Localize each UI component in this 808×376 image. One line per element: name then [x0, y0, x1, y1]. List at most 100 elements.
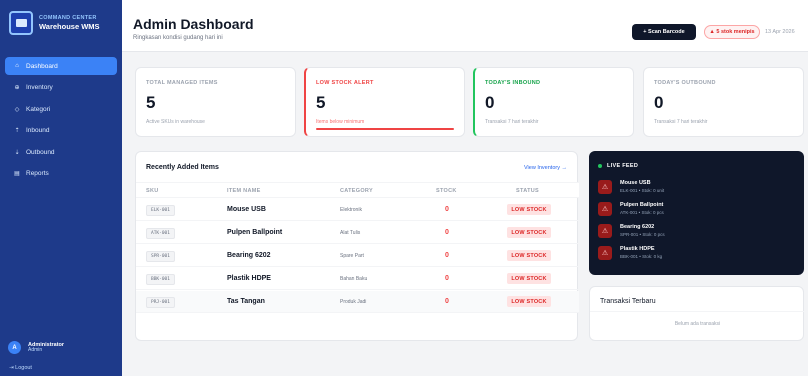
sidebar: COMMAND CENTER Warehouse WMS ⌂ Dashboard… [0, 0, 122, 376]
transactions-title: Transaksi Terbaru [600, 298, 656, 305]
feed-item-title: Mouse USB [620, 180, 651, 186]
table-row[interactable]: SPR-001 Bearing 6202 Spare Part 0 LOW ST… [136, 245, 579, 267]
report-icon: ▤ [14, 171, 20, 177]
stat-description: Transaksi 7 hari terakhir [654, 119, 708, 125]
item-stock: 0 [445, 205, 449, 213]
scan-barcode-button[interactable]: + Scan Barcode [632, 24, 696, 40]
download-icon: ⇣ [14, 149, 20, 156]
user-profile[interactable]: A Administrator Admin [8, 341, 64, 354]
brand-title: Warehouse WMS [39, 21, 100, 31]
stat-label: TODAY'S INBOUND [485, 80, 541, 86]
item-category: Elektronik [340, 207, 362, 213]
table-row[interactable]: ATK-001 Pulpen Ballpoint Alat Tulis 0 LO… [136, 222, 579, 244]
table-row[interactable]: ELK-001 Mouse USB Elektronik 0 LOW STOCK [136, 199, 579, 221]
sidebar-item-dashboard[interactable]: ⌂ Dashboard [5, 57, 117, 75]
stat-label: LOW STOCK ALERT [316, 80, 374, 86]
warning-icon: ⚠ [598, 224, 612, 238]
feed-item-detail: SPR-001 • Stok: 0 pcs [620, 232, 665, 237]
sku-code: PRJ-001 [146, 297, 175, 308]
tag-icon: ◇ [14, 106, 20, 113]
low-stock-alert-badge[interactable]: ▲ 5 stok menipis [704, 25, 760, 39]
sidebar-item-label: Outbound [26, 148, 55, 156]
sidebar-item-label: Kategori [26, 105, 51, 113]
box-icon: ⊕ [14, 85, 20, 91]
live-feed-panel: LIVE FEED ⚠ Mouse USB ELK-001 • Stok: 0 … [589, 151, 804, 275]
item-category: Alat Tulis [340, 230, 361, 236]
feed-item-title: Bearing 6202 [620, 224, 655, 230]
item-category: Spare Part [340, 253, 364, 259]
stat-description: Items below minimum [316, 119, 365, 125]
page-title: Admin Dashboard [133, 16, 254, 32]
low-stock-bar [316, 128, 454, 130]
view-inventory-link[interactable]: View Inventory → [524, 165, 567, 171]
sku-code: ELK-001 [146, 205, 175, 216]
item-stock: 0 [445, 228, 449, 236]
status-badge: LOW STOCK [507, 250, 551, 261]
item-name: Pulpen Ballpoint [227, 229, 283, 236]
sku-code: BBK-001 [146, 274, 175, 285]
status-badge: LOW STOCK [507, 296, 551, 307]
stat-value: 0 [654, 93, 664, 112]
stat-card-low-stock: LOW STOCK ALERT 5 Items below minimum [304, 67, 465, 137]
feed-item[interactable]: ⚠ Pulpen Ballpoint ATK-001 • Stok: 0 pcs [598, 201, 798, 219]
stat-card-total-items: TOTAL MANAGED ITEMS 5 Active SKUs in war… [135, 67, 296, 137]
sidebar-item-inventory[interactable]: ⊕ Inventory [5, 79, 117, 97]
sidebar-item-kategori[interactable]: ◇ Kategori [5, 100, 117, 118]
column-header-item-name[interactable]: ITEM NAME [227, 188, 261, 194]
item-name: Mouse USB [227, 206, 266, 213]
sku-code: SPR-001 [146, 251, 175, 262]
item-stock: 0 [445, 251, 449, 259]
sku-code: ATK-001 [146, 228, 175, 239]
item-name: Plastik HDPE [227, 275, 271, 282]
status-badge: LOW STOCK [507, 204, 551, 215]
feed-item[interactable]: ⚠ Plastik HDPE BBK-001 • Stok: 0 kg [598, 245, 798, 263]
upload-icon: ⇡ [14, 128, 20, 134]
stat-label: TOTAL MANAGED ITEMS [146, 80, 218, 86]
item-category: Produk Jadi [340, 299, 367, 305]
sidebar-item-outbound[interactable]: ⇣ Outbound [5, 143, 117, 161]
warning-icon: ⚠ [598, 180, 612, 194]
current-date: 13 Apr 2026 [765, 29, 795, 35]
stat-description: Transaksi 7 hari terakhir [485, 119, 539, 125]
feed-item-detail: ATK-001 • Stok: 0 pcs [620, 210, 664, 215]
warning-icon: ⚠ [598, 202, 612, 216]
item-category: Bahan Baku [340, 276, 368, 282]
stat-value: 5 [146, 93, 156, 112]
warning-icon: ⚠ [598, 246, 612, 260]
feed-item-detail: BBK-001 • Stok: 0 kg [620, 254, 663, 259]
table-row[interactable]: PRJ-001 Tas Tangan Produk Jadi 0 LOW STO… [136, 291, 579, 313]
brand[interactable]: COMMAND CENTER Warehouse WMS [9, 11, 100, 35]
feed-item-detail: ELK-001 • Stok: 0 unit [620, 188, 665, 193]
column-header-category[interactable]: CATEGORY [340, 188, 373, 194]
feed-item[interactable]: ⚠ Bearing 6202 SPR-001 • Stok: 0 pcs [598, 223, 798, 241]
column-header-sku[interactable]: SKU [146, 188, 159, 194]
stat-description: Active SKUs in warehouse [146, 119, 205, 125]
logout-icon: ⇥ [9, 365, 14, 371]
page-subtitle: Ringkasan kondisi gudang hari ini [133, 35, 223, 41]
sidebar-item-inbound[interactable]: ⇡ Inbound [5, 122, 117, 140]
item-name: Bearing 6202 [227, 252, 271, 259]
feed-item-title: Plastik HDPE [620, 246, 655, 252]
stat-label: TODAY'S OUTBOUND [654, 80, 716, 86]
recent-items-card: Recently Added Items View Inventory → SK… [135, 151, 579, 341]
feed-item-title: Pulpen Ballpoint [620, 202, 664, 208]
user-role: Admin [28, 346, 43, 353]
sidebar-item-reports[interactable]: ▤ Reports [5, 165, 117, 183]
brand-subtitle: COMMAND CENTER [39, 14, 97, 21]
item-stock: 0 [445, 297, 449, 305]
item-name: Tas Tangan [227, 298, 265, 305]
column-header-status[interactable]: STATUS [516, 188, 539, 194]
live-feed-title: LIVE FEED [607, 163, 639, 169]
recent-transactions-card: Transaksi Terbaru Belum ada transaksi [589, 286, 805, 341]
column-header-stock[interactable]: STOCK [436, 188, 457, 194]
stat-card-outbound: TODAY'S OUTBOUND 0 Transaksi 7 hari tera… [643, 67, 804, 137]
avatar: A [8, 341, 21, 354]
logout-link[interactable]: ⇥ Logout [9, 365, 32, 371]
live-indicator-icon [598, 164, 602, 168]
sidebar-item-label: Inbound [26, 127, 50, 134]
transactions-empty-state: Belum ada transaksi [674, 321, 721, 327]
table-row[interactable]: BBK-001 Plastik HDPE Bahan Baku 0 LOW ST… [136, 268, 579, 290]
feed-item[interactable]: ⚠ Mouse USB ELK-001 • Stok: 0 unit [598, 179, 798, 197]
sidebar-item-label: Reports [26, 170, 49, 177]
sidebar-item-label: Dashboard [26, 62, 58, 70]
